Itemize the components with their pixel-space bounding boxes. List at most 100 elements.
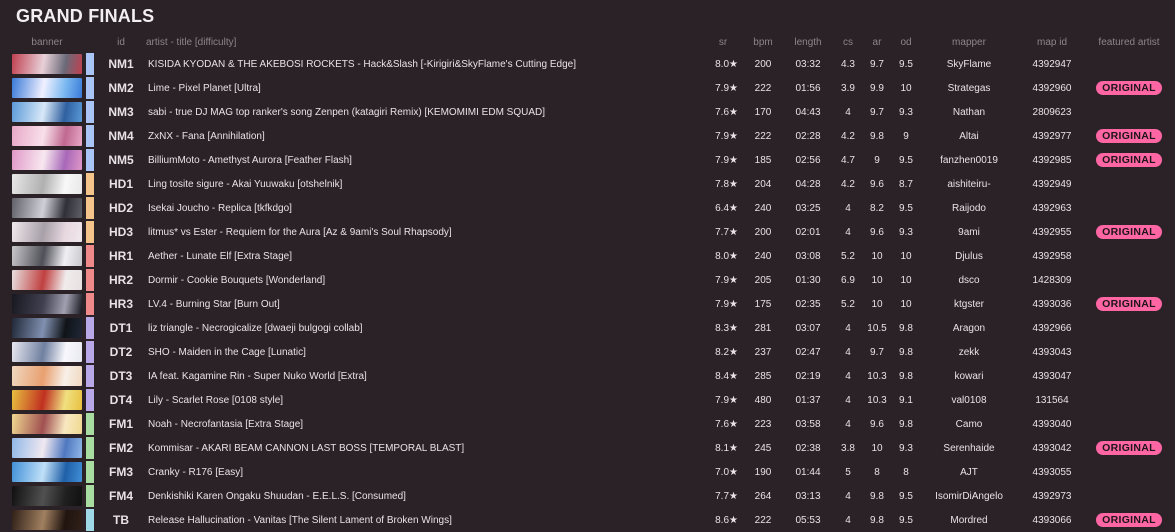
map-id[interactable]: 131564 xyxy=(1016,388,1088,412)
mapper-name[interactable]: Camo xyxy=(922,412,1016,436)
map-id[interactable]: 4393036 xyxy=(1016,292,1088,316)
mapper-name[interactable]: aishiteiru- xyxy=(922,172,1016,196)
mapper-name[interactable]: Serenhaide xyxy=(922,436,1016,460)
table-row[interactable]: FM2 Kommisar - AKARI BEAM CANNON LAST BOS… xyxy=(8,436,1170,460)
map-banner-image[interactable] xyxy=(12,198,82,218)
map-id[interactable]: 4392977 xyxy=(1016,124,1088,148)
table-row[interactable]: HR3 LV.4 - Burning Star [Burn Out] 7.9★ 175… xyxy=(8,292,1170,316)
table-row[interactable]: NM5 BilliumMoto - Amethyst Aurora [Feathe… xyxy=(8,148,1170,172)
table-row[interactable]: FM4 Denkishiki Karen Ongaku Shuudan - E.E… xyxy=(8,484,1170,508)
map-banner-image[interactable] xyxy=(12,54,82,74)
mapper-name[interactable]: Raijodo xyxy=(922,196,1016,220)
map-id[interactable]: 4392973 xyxy=(1016,484,1088,508)
map-banner-image[interactable] xyxy=(12,414,82,434)
mapper-name[interactable]: IsomirDiAngelo xyxy=(922,484,1016,508)
map-id[interactable]: 4392958 xyxy=(1016,244,1088,268)
map-id[interactable]: 4393047 xyxy=(1016,364,1088,388)
mapper-name[interactable]: Nathan xyxy=(922,100,1016,124)
map-artist-title[interactable]: Cranky - R176 [Easy] xyxy=(146,460,704,484)
map-artist-title[interactable]: SHO - Maiden in the Cage [Lunatic] xyxy=(146,340,704,364)
map-banner-image[interactable] xyxy=(12,174,82,194)
table-row[interactable]: NM2 Lime - Pixel Planet [Ultra] 7.9★ 222 01:… xyxy=(8,76,1170,100)
table-row[interactable]: NM1 KISIDA KYODAN & THE AKEBOSI ROCKETS -… xyxy=(8,52,1170,76)
table-row[interactable]: HD2 Isekai Joucho - Replica [tkfkdgo] 6.4★… xyxy=(8,196,1170,220)
map-artist-title[interactable]: Ling tosite sigure - Akai Yuuwaku [otshe… xyxy=(146,172,704,196)
table-row[interactable]: DT2 SHO - Maiden in the Cage [Lunatic] 8.2… xyxy=(8,340,1170,364)
map-id[interactable]: 4392949 xyxy=(1016,172,1088,196)
table-row[interactable]: FM1 Noah - Necrofantasia [Extra Stage] 7.6… xyxy=(8,412,1170,436)
map-artist-title[interactable]: Lime - Pixel Planet [Ultra] xyxy=(146,76,704,100)
map-id[interactable]: 4393043 xyxy=(1016,340,1088,364)
map-artist-title[interactable]: Kommisar - AKARI BEAM CANNON LAST BOSS [… xyxy=(146,436,704,460)
mapper-name[interactable]: zekk xyxy=(922,340,1016,364)
mapper-name[interactable]: fanzhen0019 xyxy=(922,148,1016,172)
mapper-name[interactable]: SkyFlame xyxy=(922,52,1016,76)
mapper-name[interactable]: ktgster xyxy=(922,292,1016,316)
mapper-name[interactable]: Djulus xyxy=(922,244,1016,268)
map-artist-title[interactable]: litmus* vs Ester - Requiem for the Aura … xyxy=(146,220,704,244)
table-row[interactable]: HD3 litmus* vs Ester - Requiem for the Au… xyxy=(8,220,1170,244)
map-artist-title[interactable]: ZxNX - Fana [Annihilation] xyxy=(146,124,704,148)
map-id[interactable]: 4393040 xyxy=(1016,412,1088,436)
map-artist-title[interactable]: Denkishiki Karen Ongaku Shuudan - E.E.L.… xyxy=(146,484,704,508)
map-banner-image[interactable] xyxy=(12,366,82,386)
map-banner-image[interactable] xyxy=(12,462,82,482)
map-banner-image[interactable] xyxy=(12,438,82,458)
mapper-name[interactable]: Altai xyxy=(922,124,1016,148)
map-banner-image[interactable] xyxy=(12,150,82,170)
table-row[interactable]: HD1 Ling tosite sigure - Akai Yuuwaku [ot… xyxy=(8,172,1170,196)
mapper-name[interactable]: Aragon xyxy=(922,316,1016,340)
table-row[interactable]: HR2 Dormir - Cookie Bouquets [Wonderland]… xyxy=(8,268,1170,292)
map-banner-image[interactable] xyxy=(12,222,82,242)
map-banner-image[interactable] xyxy=(12,486,82,506)
table-row[interactable]: DT3 IA feat. Kagamine Rin - Super Nuko Wo… xyxy=(8,364,1170,388)
map-banner-image[interactable] xyxy=(12,318,82,338)
map-artist-title[interactable]: Isekai Joucho - Replica [tkfkdgo] xyxy=(146,196,704,220)
table-row[interactable]: DT1 liz triangle - Necrogicalize [dwaeji … xyxy=(8,316,1170,340)
map-artist-title[interactable]: Release Hallucination - Vanitas [The Sil… xyxy=(146,508,704,532)
map-id[interactable]: 4392966 xyxy=(1016,316,1088,340)
map-artist-title[interactable]: Noah - Necrofantasia [Extra Stage] xyxy=(146,412,704,436)
map-artist-title[interactable]: LV.4 - Burning Star [Burn Out] xyxy=(146,292,704,316)
map-banner-image[interactable] xyxy=(12,102,82,122)
map-artist-title[interactable]: KISIDA KYODAN & THE AKEBOSI ROCKETS - Ha… xyxy=(146,52,704,76)
map-id[interactable]: 4392963 xyxy=(1016,196,1088,220)
map-artist-title[interactable]: Lily - Scarlet Rose [0108 style] xyxy=(146,388,704,412)
mapper-name[interactable]: 9ami xyxy=(922,220,1016,244)
map-artist-title[interactable]: BilliumMoto - Amethyst Aurora [Feather F… xyxy=(146,148,704,172)
map-id[interactable]: 1428309 xyxy=(1016,268,1088,292)
map-id[interactable]: 4392985 xyxy=(1016,148,1088,172)
mapper-name[interactable]: AJT xyxy=(922,460,1016,484)
map-banner-image[interactable] xyxy=(12,126,82,146)
map-artist-title[interactable]: liz triangle - Necrogicalize [dwaeji bul… xyxy=(146,316,704,340)
map-banner-image[interactable] xyxy=(12,390,82,410)
table-row[interactable]: NM4 ZxNX - Fana [Annihilation] 7.9★ 222 02:2… xyxy=(8,124,1170,148)
map-id[interactable]: 4393066 xyxy=(1016,508,1088,532)
mapper-name[interactable]: Strategas xyxy=(922,76,1016,100)
map-id[interactable]: 4392947 xyxy=(1016,52,1088,76)
table-row[interactable]: TB Release Hallucination - Vanitas [The S… xyxy=(8,508,1170,532)
map-banner-image[interactable] xyxy=(12,510,82,530)
table-row[interactable]: HR1 Aether - Lunate Elf [Extra Stage] 8.0★… xyxy=(8,244,1170,268)
map-artist-title[interactable]: Dormir - Cookie Bouquets [Wonderland] xyxy=(146,268,704,292)
mapper-name[interactable]: Mordred xyxy=(922,508,1016,532)
map-banner-image[interactable] xyxy=(12,78,82,98)
table-row[interactable]: NM3 sabi - true DJ MAG top ranker's song … xyxy=(8,100,1170,124)
mapper-name[interactable]: kowari xyxy=(922,364,1016,388)
table-row[interactable]: DT4 Lily - Scarlet Rose [0108 style] 7.9★ 4… xyxy=(8,388,1170,412)
map-artist-title[interactable]: sabi - true DJ MAG top ranker's song Zen… xyxy=(146,100,704,124)
map-banner-image[interactable] xyxy=(12,270,82,290)
map-banner-image[interactable] xyxy=(12,342,82,362)
map-artist-title[interactable]: Aether - Lunate Elf [Extra Stage] xyxy=(146,244,704,268)
map-id[interactable]: 4393055 xyxy=(1016,460,1088,484)
mapper-name[interactable]: val0108 xyxy=(922,388,1016,412)
map-banner-image[interactable] xyxy=(12,294,82,314)
table-row[interactable]: FM3 Cranky - R176 [Easy] 7.0★ 190 01:44 5 8 8 AJ… xyxy=(8,460,1170,484)
map-id[interactable]: 4392955 xyxy=(1016,220,1088,244)
map-artist-title[interactable]: IA feat. Kagamine Rin - Super Nuko World… xyxy=(146,364,704,388)
map-id[interactable]: 2809623 xyxy=(1016,100,1088,124)
map-id[interactable]: 4392960 xyxy=(1016,76,1088,100)
mapper-name[interactable]: dsco xyxy=(922,268,1016,292)
map-id[interactable]: 4393042 xyxy=(1016,436,1088,460)
map-banner-image[interactable] xyxy=(12,246,82,266)
